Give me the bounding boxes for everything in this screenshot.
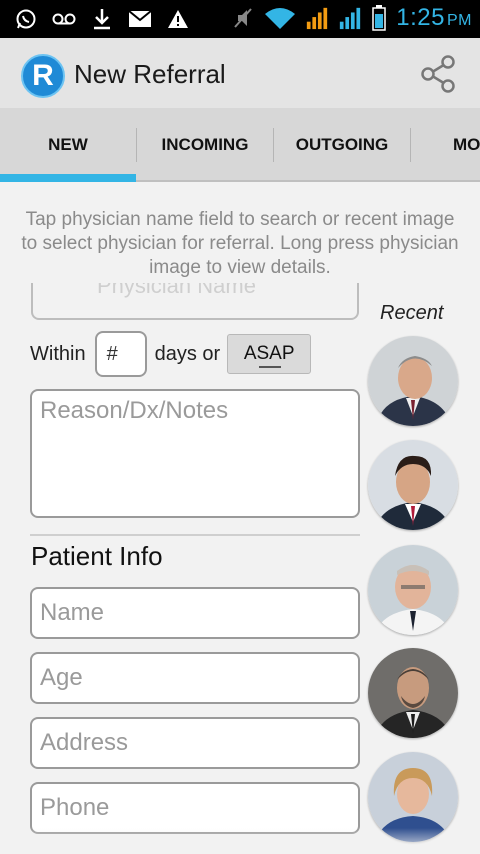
patient-phone-field[interactable]: Phone xyxy=(30,782,360,834)
days-or-label: days or xyxy=(154,342,221,365)
recent-physician-avatar-3[interactable] xyxy=(368,545,458,635)
tab-incoming[interactable]: INCOMING xyxy=(137,108,273,180)
app-bar: R New Referral xyxy=(0,38,480,108)
clock-time: 1:25 xyxy=(396,4,445,31)
recent-physician-avatar-2[interactable] xyxy=(368,440,458,530)
within-label: Within xyxy=(30,342,86,365)
app-logo[interactable]: R xyxy=(21,54,65,98)
mute-icon xyxy=(231,6,255,30)
clock-ampm: PM xyxy=(447,12,472,29)
recent-label: Recent xyxy=(380,302,444,324)
selected-tab-indicator xyxy=(0,174,136,182)
physician-name-field[interactable]: Physician Name xyxy=(31,283,359,320)
page-title: New Referral xyxy=(74,59,226,89)
share-icon[interactable] xyxy=(418,54,458,94)
patient-info-heading: Patient Info xyxy=(31,541,163,571)
physician-name-placeholder: Physician Name xyxy=(97,283,256,298)
wifi-icon xyxy=(264,6,296,30)
timeframe-row: Within # days or ASAP xyxy=(30,331,312,377)
status-bar: 1:25 PM xyxy=(0,0,480,38)
download-icon xyxy=(90,7,114,31)
tab-bar: NEW INCOMING OUTGOING MO xyxy=(0,108,480,182)
tab-outgoing[interactable]: OUTGOING xyxy=(274,108,410,180)
mail-icon xyxy=(128,7,152,31)
tab-more[interactable]: MO xyxy=(411,108,480,180)
signal-icon xyxy=(338,6,362,30)
voicemail-icon xyxy=(52,7,76,31)
signal-icon xyxy=(305,6,329,30)
section-divider xyxy=(30,534,360,536)
whatsapp-icon xyxy=(14,7,38,31)
asap-button[interactable]: ASAP xyxy=(227,334,312,374)
patient-age-field[interactable]: Age xyxy=(30,652,360,704)
notes-field[interactable]: Reason/Dx/Notes xyxy=(30,389,360,518)
status-clock: 1:25 PM xyxy=(396,4,472,32)
patient-name-field[interactable]: Name xyxy=(30,587,360,639)
recent-physician-avatar-4[interactable] xyxy=(368,648,458,738)
recent-physician-avatar-1[interactable] xyxy=(368,336,458,426)
warning-icon xyxy=(166,7,190,31)
tab-new[interactable]: NEW xyxy=(0,108,136,180)
instructions-text: Tap physician name field to search or re… xyxy=(21,209,459,278)
patient-address-field[interactable]: Address xyxy=(30,717,360,769)
battery-icon xyxy=(371,5,387,31)
days-input[interactable]: # xyxy=(94,331,147,377)
scroll-fade xyxy=(0,828,480,854)
